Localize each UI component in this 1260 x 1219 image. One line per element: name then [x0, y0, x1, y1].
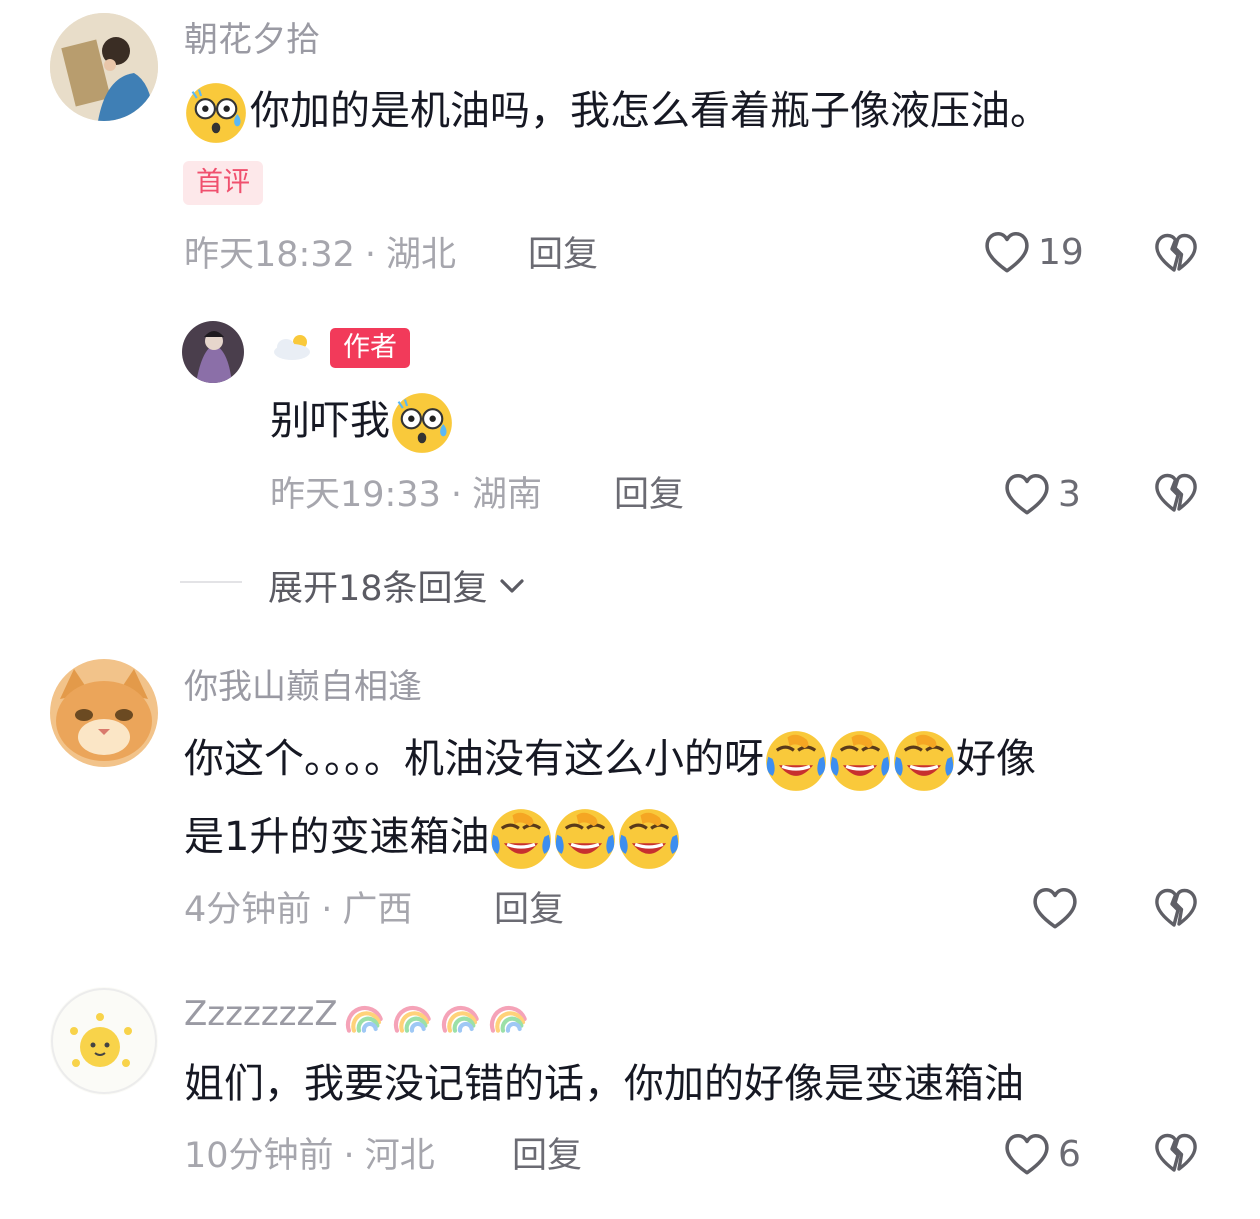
heart-icon: [982, 228, 1032, 278]
comment-2-like-button[interactable]: [1030, 884, 1080, 934]
cry-laugh-emoji-icon: [892, 729, 956, 793]
broken-heart-icon: [1152, 1130, 1200, 1178]
expand-replies-label: 展开18条回复: [268, 569, 488, 609]
expand-divider: [180, 581, 242, 583]
heart-icon: [1002, 1130, 1052, 1180]
comment-3-username-row[interactable]: ZzzzzzzZ: [184, 994, 532, 1034]
comment-3-reply-button[interactable]: 回复: [512, 1134, 582, 1178]
avatar-user-2[interactable]: [50, 659, 158, 767]
comment-1-like-button[interactable]: 19: [982, 228, 1084, 278]
scared-emoji-icon: [390, 391, 454, 455]
comment-3-text: 姐们，我要没记错的话，你加的好像是变速箱油: [184, 1061, 1024, 1107]
comment-2-location: 广西: [342, 890, 413, 930]
comment-1-meta: 昨天18:32 · 湖北: [184, 233, 456, 277]
rainbow-icon: [388, 994, 436, 1034]
comment-3-location: 河北: [364, 1136, 435, 1176]
reply-time: 昨天19:33: [270, 475, 441, 515]
broken-heart-icon: [1152, 885, 1200, 933]
avatar-user-1[interactable]: [50, 13, 158, 121]
reply-dislike-button[interactable]: [1152, 470, 1200, 522]
comment-2-text-line-2: 是1升的变速箱油: [184, 798, 681, 876]
rainbow-icon: [484, 994, 532, 1034]
comment-1-username[interactable]: 朝花夕拾: [184, 20, 320, 60]
comment-3-meta: 10分钟前 · 河北: [184, 1134, 435, 1178]
rainbow-icon: [340, 994, 388, 1034]
comment-1-reply-button[interactable]: 回复: [528, 233, 598, 277]
reply-body: 别吓我: [270, 398, 390, 444]
reply-location: 湖南: [472, 475, 543, 515]
cry-laugh-emoji-icon: [489, 807, 553, 871]
broken-heart-icon: [1152, 470, 1200, 518]
comment-2-time: 4分钟前: [184, 890, 312, 930]
broken-heart-icon: [1152, 230, 1200, 278]
comment-2-body-2: 是1升的变速箱油: [184, 814, 490, 860]
comment-3-time: 10分钟前: [184, 1136, 334, 1176]
separator-dot: ·: [364, 235, 377, 275]
first-comment-badge: 首评: [183, 161, 263, 205]
expand-replies-button[interactable]: 展开18条回复: [268, 560, 530, 611]
separator-dot: ·: [450, 475, 463, 515]
comment-3-like-button[interactable]: 6: [1002, 1130, 1081, 1180]
separator-dot: ·: [343, 1136, 355, 1176]
heart-icon: [1030, 884, 1080, 934]
avatar-author[interactable]: [182, 321, 244, 383]
comment-2-text-line-1: 你这个。。。。机油没有这么小的呀 好像: [184, 720, 1036, 798]
cry-laugh-emoji-icon: [764, 729, 828, 793]
reply-meta: 昨天19:33 · 湖南: [270, 473, 542, 517]
comment-3-username: ZzzzzzzZ: [184, 994, 338, 1034]
comment-1-body: 你加的是机油吗，我怎么看着瓶子像液压油。: [250, 88, 1050, 134]
author-badge: 作者: [330, 328, 410, 368]
reply-text: 别吓我: [270, 382, 454, 460]
comment-1-time: 昨天18:32: [184, 235, 355, 275]
comment-2-body-tail: 好像: [956, 736, 1036, 782]
scared-emoji-icon: [184, 81, 248, 145]
comment-1-like-count: 19: [1038, 232, 1084, 273]
cry-laugh-emoji-icon: [553, 807, 617, 871]
comment-2-username[interactable]: 你我山巅自相逢: [184, 667, 422, 707]
cry-laugh-emoji-icon: [828, 729, 892, 793]
author-username-cloud-sun-icon: [270, 330, 318, 366]
rainbow-icon: [436, 994, 484, 1034]
heart-icon: [1002, 470, 1052, 520]
comment-2-reply-button[interactable]: 回复: [494, 888, 564, 932]
chevron-down-icon: [499, 578, 524, 593]
comment-2-meta: 4分钟前 · 广西: [184, 888, 412, 932]
comment-3-dislike-button[interactable]: [1152, 1130, 1200, 1182]
avatar-user-3[interactable]: [50, 987, 158, 1095]
reply-like-count: 3: [1058, 474, 1081, 515]
reply-like-button[interactable]: 3: [1002, 470, 1081, 520]
separator-dot: ·: [321, 890, 333, 930]
comment-2-body-1: 你这个。。。。机油没有这么小的呀: [184, 736, 764, 782]
cry-laugh-emoji-icon: [617, 807, 681, 871]
comment-3-like-count: 6: [1058, 1134, 1081, 1175]
comment-1-text: 你加的是机油吗，我怎么看着瓶子像液压油。: [184, 72, 1050, 150]
reply-reply-button[interactable]: 回复: [614, 473, 684, 517]
comment-1-location: 湖北: [386, 235, 457, 275]
comment-2-dislike-button[interactable]: [1152, 885, 1200, 937]
comment-1-dislike-button[interactable]: [1152, 230, 1200, 282]
